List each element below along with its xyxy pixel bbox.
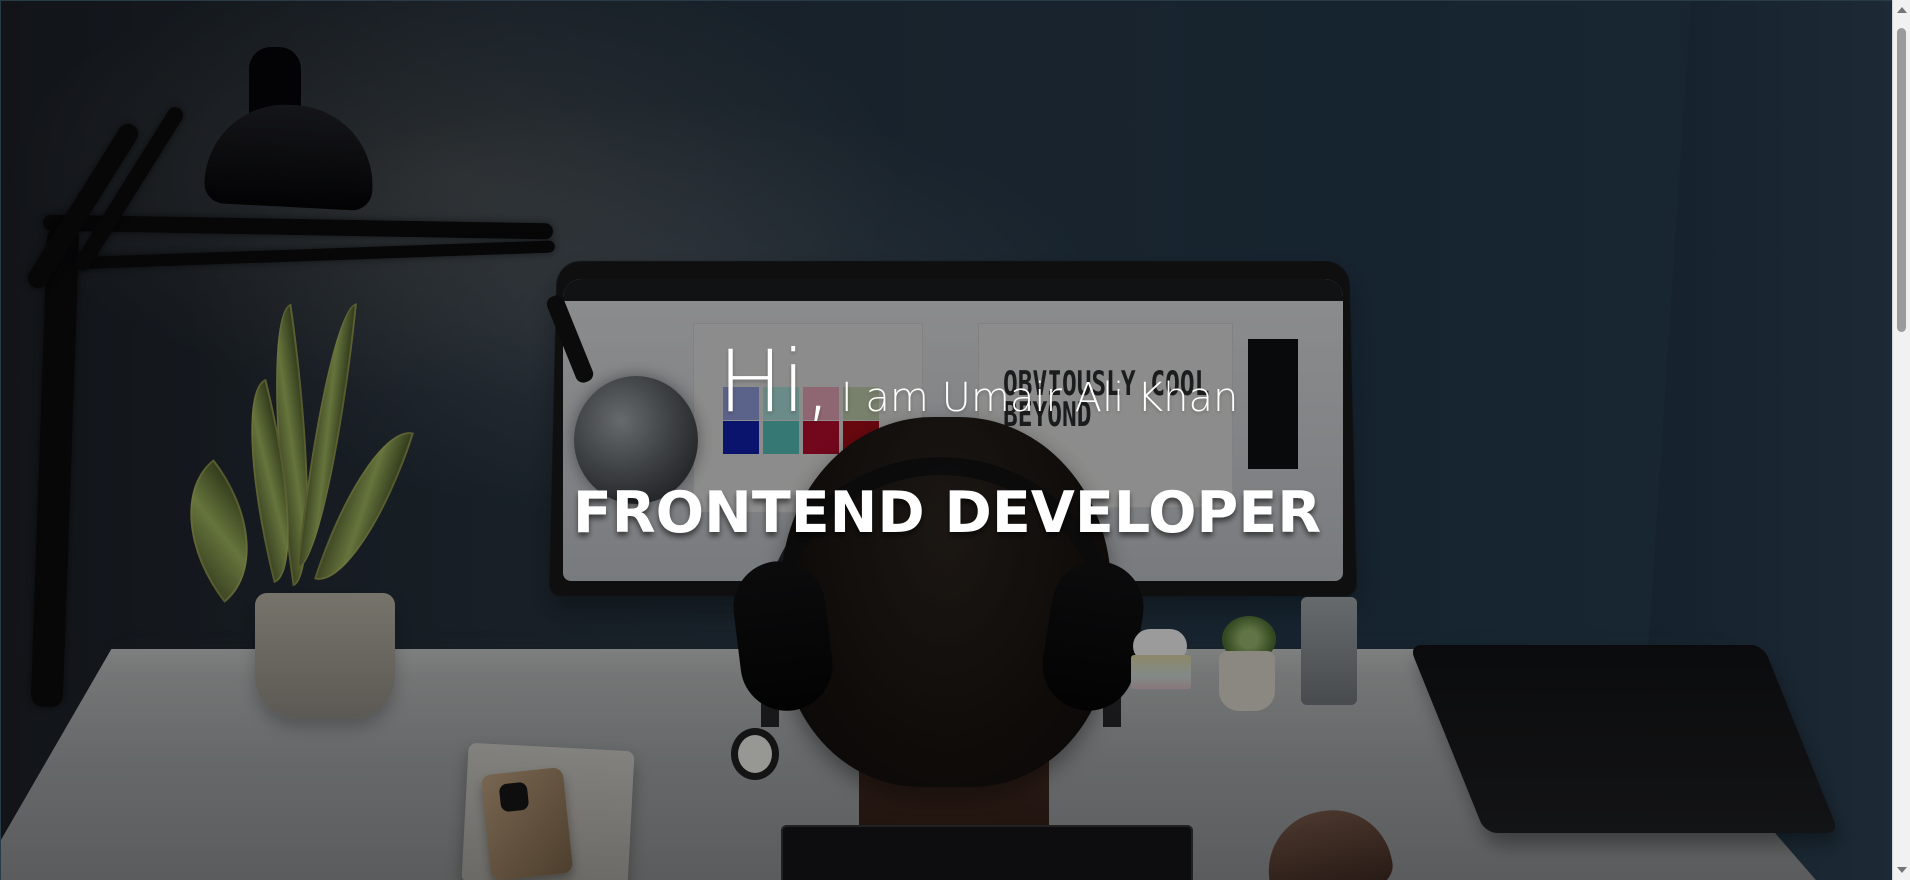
triangle-down-icon[interactable] [1897, 867, 1907, 873]
triangle-up-icon[interactable] [1897, 7, 1907, 13]
intro-text: I am Umair Ali Khan [840, 375, 1239, 421]
hero-greeting: Hi, I am Umair Ali Khan [718, 336, 1238, 444]
vertical-scrollbar[interactable] [1892, 0, 1910, 880]
hero-content: Hi, I am Umair Ali Khan FRONTEND DEVELOPE… [1, 1, 1892, 880]
role-title: FRONTEND DEVELOPER [572, 480, 1322, 546]
hero-viewport: OBVIOUSLY COOL BEYOND Hi, I am Umair Ali … [0, 0, 1892, 880]
hi-text: Hi, [718, 332, 832, 432]
scrollbar-thumb[interactable] [1897, 28, 1906, 332]
